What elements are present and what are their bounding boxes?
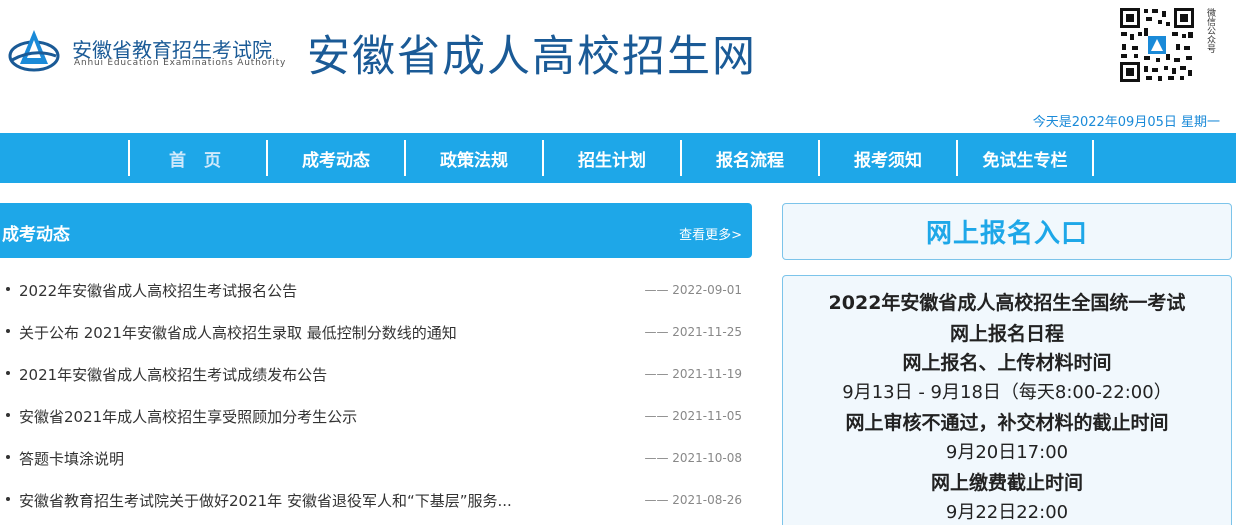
news-date: —— 2021-10-08 (644, 451, 742, 465)
nav-item-exam-news[interactable]: 成考动态 (266, 140, 404, 176)
news-title[interactable]: 安徽省教育招生考试院关于做好2021年 安徽省退役军人和“下基层”服务... (19, 490, 512, 511)
list-item[interactable]: 2022年安徽省成人高校招生考试报名公告 —— 2022-09-01 (0, 270, 752, 312)
schedule-heading-payment: 网上缴费截止时间 (930, 472, 1083, 494)
list-item[interactable]: 2021年安徽省成人高校招生考试成绩发布公告 —— 2021-11-19 (0, 354, 752, 396)
schedule-title-line2: 网上报名日程 (949, 323, 1064, 345)
nav-item-home[interactable]: 首 页 (128, 140, 266, 176)
news-title[interactable]: 2022年安徽省成人高校招生考试报名公告 (19, 280, 297, 301)
entry-label: 网上报名入口 (925, 219, 1088, 249)
bullet-icon (6, 287, 10, 291)
authority-logo-icon[interactable] (8, 26, 60, 74)
schedule-heading-resubmit: 网上审核不通过，补交材料的截止时间 (845, 412, 1169, 434)
view-more-link[interactable]: 查看更多> (679, 224, 742, 243)
schedule-heading-register: 网上报名、上传材料时间 (902, 352, 1112, 374)
org-name-en: Anhui Education Examinations Authority (74, 58, 287, 68)
nav-item-registration-process[interactable]: 报名流程 (680, 140, 818, 176)
list-item[interactable]: 答题卡填涂说明 —— 2021-10-08 (0, 438, 752, 480)
news-title[interactable]: 答题卡填涂说明 (19, 448, 124, 469)
main-nav: 首 页 成考动态 政策法规 招生计划 报名流程 报考须知 免试生专栏 (0, 133, 1236, 183)
news-date: —— 2021-11-05 (644, 409, 742, 423)
bullet-icon (6, 413, 10, 417)
nav-item-policies[interactable]: 政策法规 (404, 140, 542, 176)
nav-items: 首 页 成考动态 政策法规 招生计划 报名流程 报考须知 免试生专栏 (128, 140, 1094, 176)
current-date: 今天是2022年09月05日 星期一 (1032, 115, 1220, 130)
qr-caption: 微信公众号 (1205, 8, 1215, 53)
nav-item-exempt-students[interactable]: 免试生专栏 (956, 140, 1094, 176)
online-registration-entry-button[interactable]: 网上报名入口 (782, 203, 1232, 260)
news-date: —— 2021-08-26 (644, 493, 742, 507)
news-title[interactable]: 关于公布 2021年安徽省成人高校招生录取 最低控制分数线的通知 (19, 322, 457, 343)
news-panel-title: 成考动态 (2, 225, 70, 245)
list-item[interactable]: 安徽省2021年成人高校招生享受照顾加分考生公示 —— 2021-11-05 (0, 396, 752, 438)
news-date: —— 2022-09-01 (644, 283, 742, 297)
bullet-icon (6, 371, 10, 375)
news-date: —— 2021-11-19 (644, 367, 742, 381)
news-title[interactable]: 安徽省2021年成人高校招生享受照顾加分考生公示 (19, 406, 357, 427)
schedule-value-resubmit: 9月20日17:00 (945, 442, 1069, 463)
news-list: 2022年安徽省成人高校招生考试报名公告 —— 2022-09-01 关于公布 … (0, 270, 752, 522)
news-date: —— 2021-11-25 (644, 325, 742, 339)
schedule-value-payment: 9月22日22:00 (945, 502, 1069, 523)
site-title[interactable]: 安徽省成人高校招生网 (307, 22, 757, 84)
schedule-value-register: 9月13日 - 9月18日（每天8:00-22:00） (842, 382, 1172, 403)
site-header: 安徽省教育招生考试院 Anhui Education Examinations … (0, 0, 1236, 133)
nav-item-exam-notice[interactable]: 报考须知 (818, 140, 956, 176)
bullet-icon (6, 497, 10, 501)
schedule-title-line1: 2022年安徽省成人高校招生全国统一考试 (828, 292, 1186, 314)
wechat-qr-code-icon (1118, 6, 1196, 84)
bullet-icon (6, 329, 10, 333)
news-panel-header: 成考动态 查看更多> (0, 203, 752, 258)
bullet-icon (6, 455, 10, 459)
list-item[interactable]: 关于公布 2021年安徽省成人高校招生录取 最低控制分数线的通知 —— 2021… (0, 312, 752, 354)
news-title[interactable]: 2021年安徽省成人高校招生考试成绩发布公告 (19, 364, 327, 385)
list-item[interactable]: 安徽省教育招生考试院关于做好2021年 安徽省退役军人和“下基层”服务... —… (0, 480, 752, 522)
nav-item-enrollment-plan[interactable]: 招生计划 (542, 140, 680, 176)
registration-schedule-panel: 2022年安徽省成人高校招生全国统一考试 网上报名日程 网上报名、上传材料时间 … (782, 275, 1232, 525)
